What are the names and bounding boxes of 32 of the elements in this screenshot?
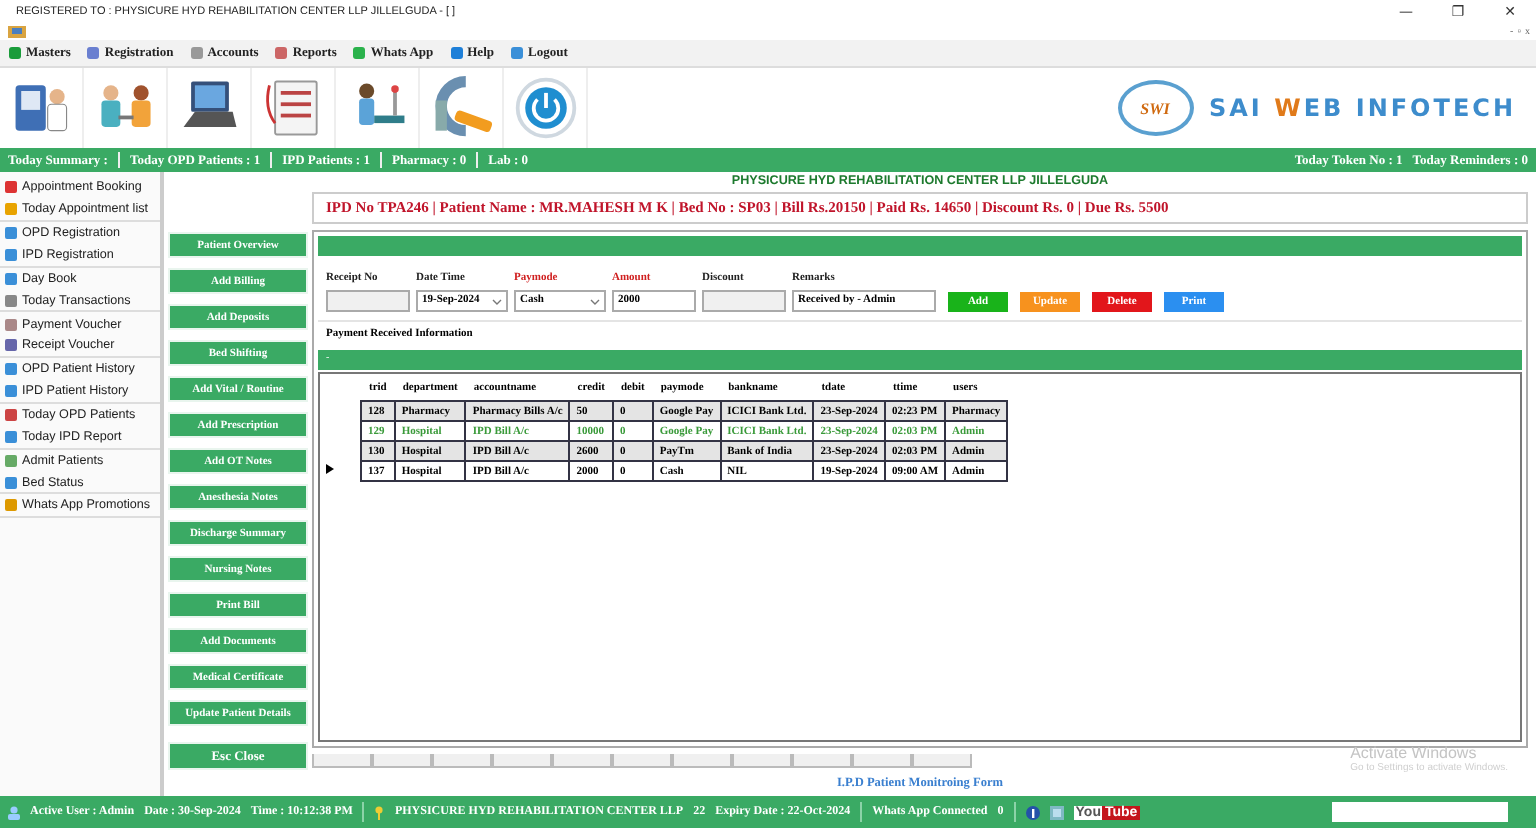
tab[interactable] (552, 754, 612, 768)
tab[interactable] (732, 754, 792, 768)
brand-name: SAI W EB INFOTECH (1209, 94, 1516, 122)
menu-icon (274, 46, 289, 60)
menu-icon (8, 46, 22, 60)
facebook-icon[interactable] (1025, 805, 1040, 819)
user-icon (8, 805, 20, 819)
menu-icon (510, 46, 524, 60)
input-field[interactable] (702, 290, 786, 312)
tab[interactable] (492, 754, 552, 768)
brand-badge: SWI (1117, 80, 1193, 136)
tab[interactable] (612, 754, 672, 768)
search-field[interactable] (1332, 802, 1508, 822)
chevron-down-icon (590, 297, 600, 305)
menu-icon (449, 46, 464, 60)
row-pointer-icon (326, 464, 334, 474)
activation-title: Activate Windows (1350, 744, 1479, 762)
twitter-icon[interactable] (1049, 805, 1064, 819)
menu-icon (86, 46, 101, 60)
tab[interactable] (792, 754, 852, 768)
tab[interactable] (852, 754, 912, 768)
input-field[interactable] (326, 290, 410, 312)
tab[interactable] (912, 754, 972, 768)
tab[interactable] (372, 754, 432, 768)
menu-icon (189, 46, 204, 60)
app-icon (8, 24, 26, 40)
tab[interactable] (672, 754, 732, 768)
chevron-down-icon (492, 297, 502, 305)
tab[interactable] (432, 754, 492, 768)
tab[interactable] (312, 754, 372, 768)
menu-icon (352, 46, 367, 60)
key-icon (374, 805, 385, 819)
